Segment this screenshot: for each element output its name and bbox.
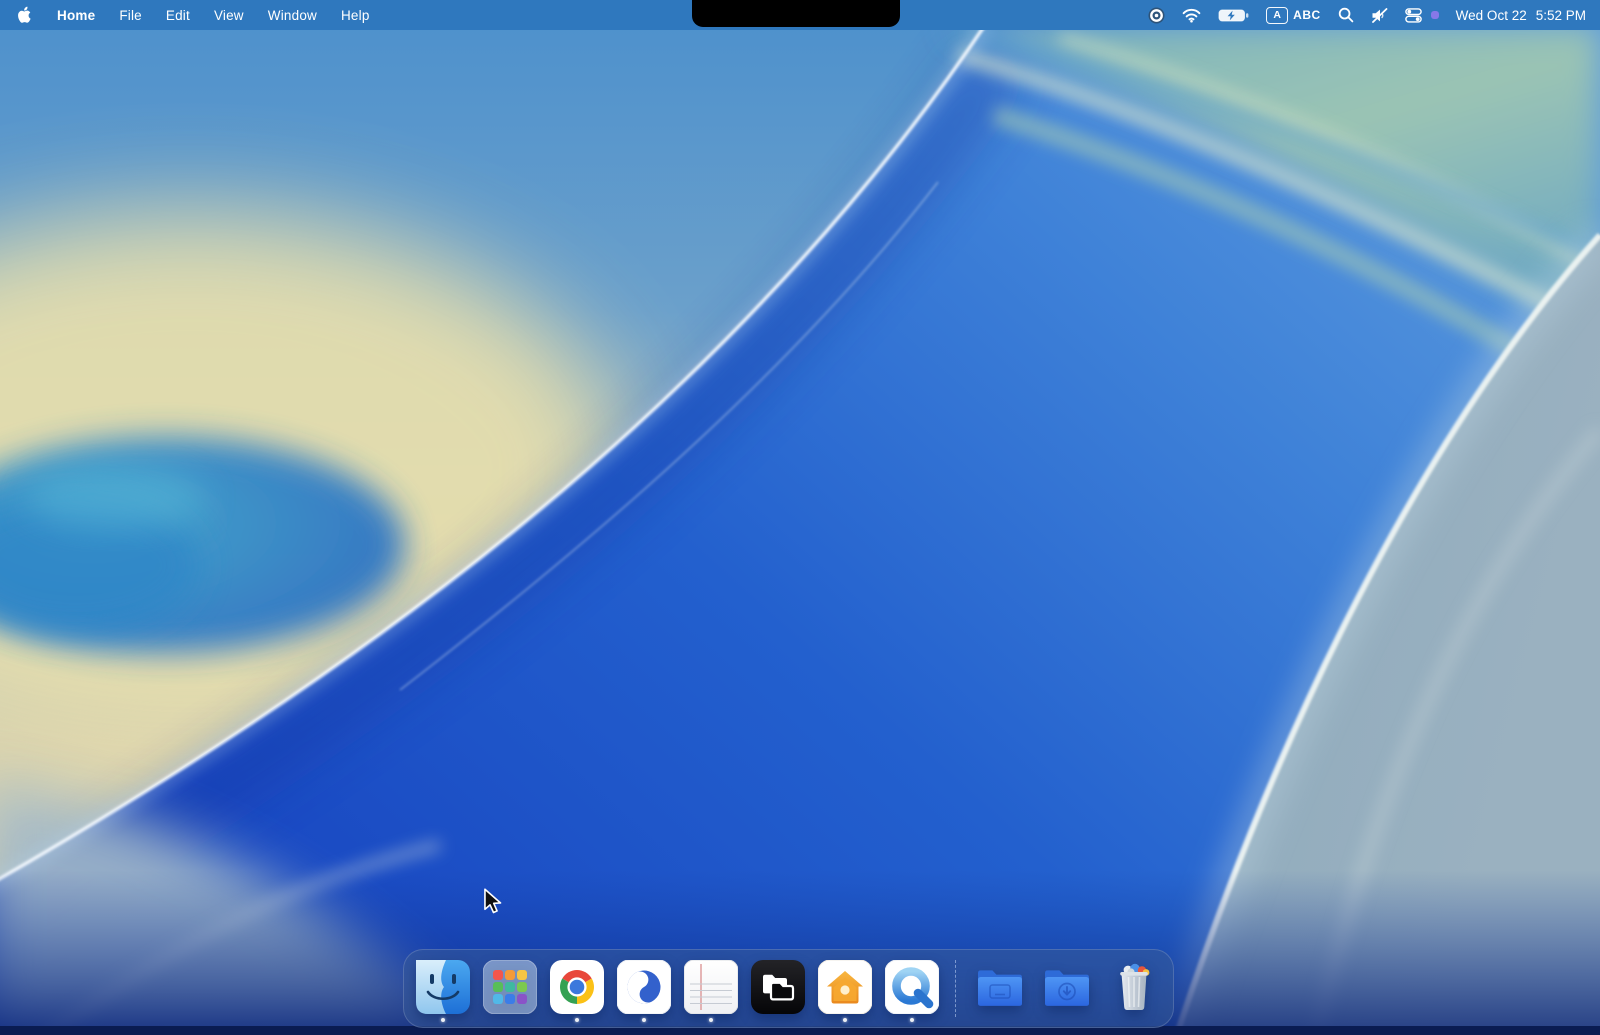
camera-notch: [692, 0, 900, 27]
mouse-cursor: [482, 888, 504, 914]
dock-simplenote[interactable]: [617, 960, 671, 1014]
apple-logo-icon: [18, 6, 33, 25]
dock-quicktime[interactable]: [885, 960, 939, 1014]
desktop: Home File Edit View Window Help: [0, 0, 1600, 1035]
dock-file-manager[interactable]: [751, 960, 805, 1014]
input-source-label: ABC: [1293, 8, 1321, 22]
input-key-badge: A: [1266, 7, 1288, 24]
menu-file[interactable]: File: [119, 8, 142, 23]
folder-icon: [973, 960, 1027, 1014]
dock-notes[interactable]: [684, 960, 738, 1014]
battery-charging-icon: [1218, 7, 1249, 24]
menu-edit[interactable]: Edit: [166, 8, 190, 23]
menu-app-home[interactable]: Home: [57, 8, 95, 23]
dock-home-app[interactable]: [818, 960, 872, 1014]
running-indicator: [709, 1018, 713, 1022]
dock-launchpad[interactable]: [483, 960, 537, 1014]
running-indicator: [575, 1018, 579, 1022]
wifi-icon: [1182, 8, 1201, 23]
launchpad-icon: [483, 960, 537, 1014]
chrome-icon: [550, 960, 604, 1014]
dock-trash[interactable]: [1107, 960, 1161, 1014]
control-center-menu[interactable]: [1405, 8, 1439, 23]
dock-chrome[interactable]: [550, 960, 604, 1014]
battery-status[interactable]: [1218, 7, 1249, 24]
menu-clock[interactable]: Wed Oct 22 5:52 PM: [1456, 8, 1586, 23]
running-indicator: [642, 1018, 646, 1022]
dock-folder[interactable]: [973, 960, 1027, 1014]
screen-recording-indicator[interactable]: [1148, 7, 1165, 24]
record-icon: [1148, 7, 1165, 24]
simplenote-icon: [617, 960, 671, 1014]
input-source-menu[interactable]: A ABC: [1266, 7, 1321, 24]
status-dot: [1431, 11, 1439, 19]
folders-app-icon: [751, 960, 805, 1014]
dock: [403, 949, 1174, 1028]
dock-separator: [955, 960, 957, 1017]
wifi-status[interactable]: [1182, 8, 1201, 23]
running-indicator: [441, 1018, 445, 1022]
menu-help[interactable]: Help: [341, 8, 370, 23]
clock-time: 5:52 PM: [1536, 8, 1586, 23]
control-center-icon: [1405, 8, 1422, 23]
running-indicator: [910, 1018, 914, 1022]
volume-muted[interactable]: [1371, 8, 1388, 23]
home-icon: [818, 960, 872, 1014]
apple-menu[interactable]: [18, 6, 33, 25]
finder-icon: [416, 960, 470, 1014]
notes-paper-icon: [684, 960, 738, 1014]
running-indicator: [843, 1018, 847, 1022]
spotlight-search[interactable]: [1338, 7, 1354, 23]
mute-speaker-icon: [1371, 8, 1388, 23]
trash-full-icon: [1107, 960, 1161, 1014]
dock-downloads[interactable]: [1040, 960, 1094, 1014]
quicktime-icon: [885, 960, 939, 1014]
downloads-folder-icon: [1040, 960, 1094, 1014]
menu-window[interactable]: Window: [268, 8, 317, 23]
search-icon: [1338, 7, 1354, 23]
clock-date: Wed Oct 22: [1456, 8, 1527, 23]
menu-view[interactable]: View: [214, 8, 244, 23]
dock-finder[interactable]: [416, 960, 470, 1014]
wallpaper: [0, 0, 1600, 1035]
